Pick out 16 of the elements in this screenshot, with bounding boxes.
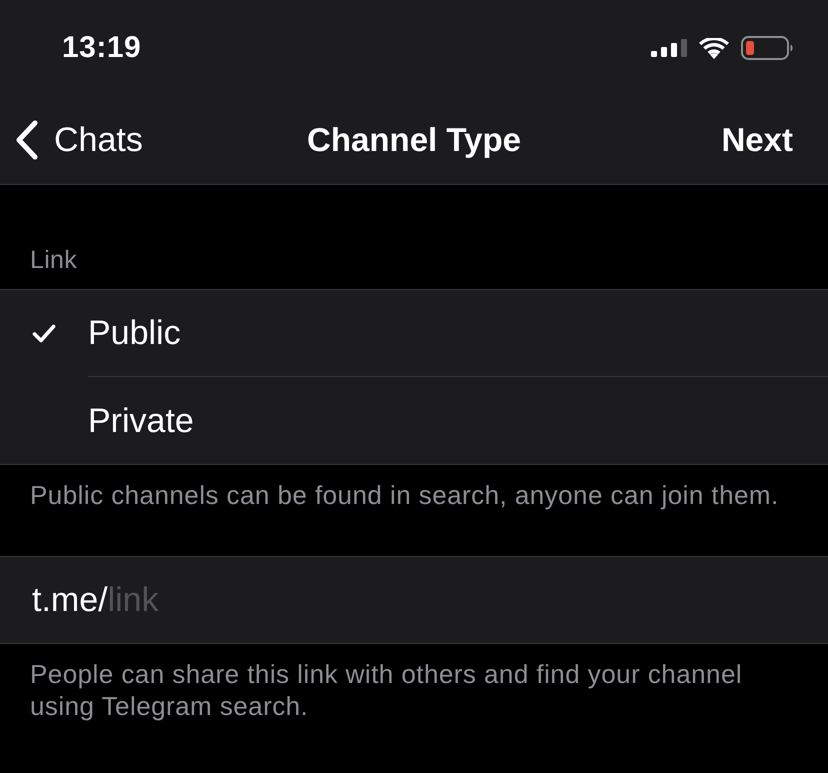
screen-title: Channel Type xyxy=(307,120,521,160)
link-type-option[interactable]: Private xyxy=(0,377,828,464)
link-type-option[interactable]: Public xyxy=(0,290,828,377)
section-footer: People can share this link with others and find your channel using Telegram search. xyxy=(0,644,828,722)
status-time: 13:19 xyxy=(62,31,142,65)
battery-icon xyxy=(741,36,794,60)
section-header: Link xyxy=(29,245,78,276)
wifi-icon xyxy=(699,38,729,58)
link-field[interactable]: t.me/link xyxy=(0,556,828,644)
back-button[interactable]: Chats xyxy=(15,120,143,160)
section-footer: Public channels can be found in search, anyone can join them. xyxy=(0,465,828,556)
chevron-left-icon xyxy=(15,120,39,160)
link-prefix: t.me/ xyxy=(32,580,108,620)
link-input[interactable]: link xyxy=(108,557,828,643)
next-button[interactable]: Next xyxy=(721,120,793,160)
signal-icon xyxy=(651,39,687,57)
